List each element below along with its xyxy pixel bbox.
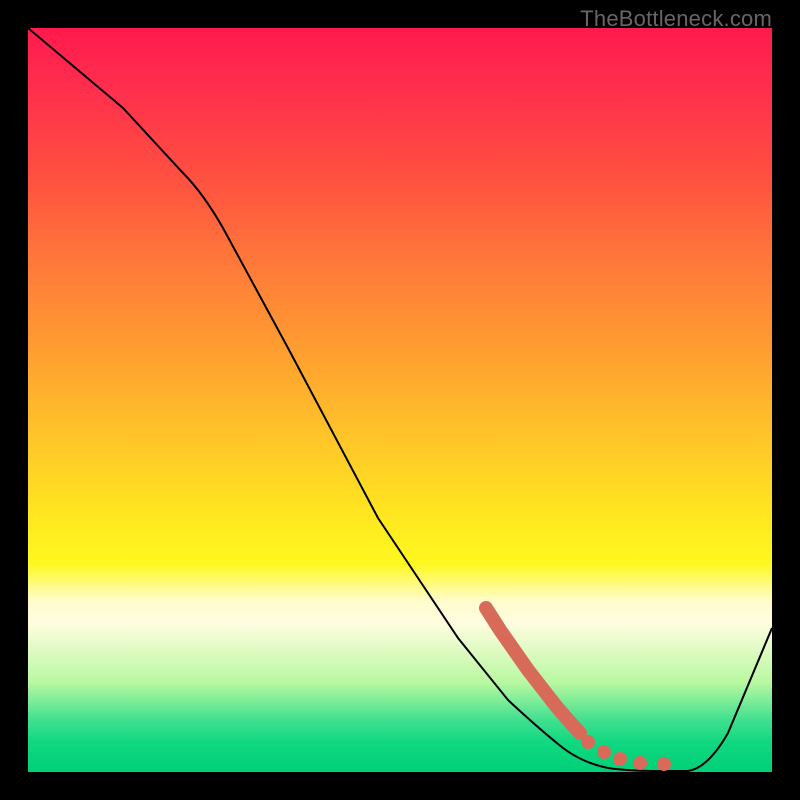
chart-container: TheBottleneck.com <box>0 0 800 800</box>
highlight-dots <box>581 735 671 771</box>
chart-svg <box>28 28 772 772</box>
highlight-segment <box>486 608 580 733</box>
plot-area <box>28 28 772 772</box>
bottleneck-curve <box>28 28 772 771</box>
